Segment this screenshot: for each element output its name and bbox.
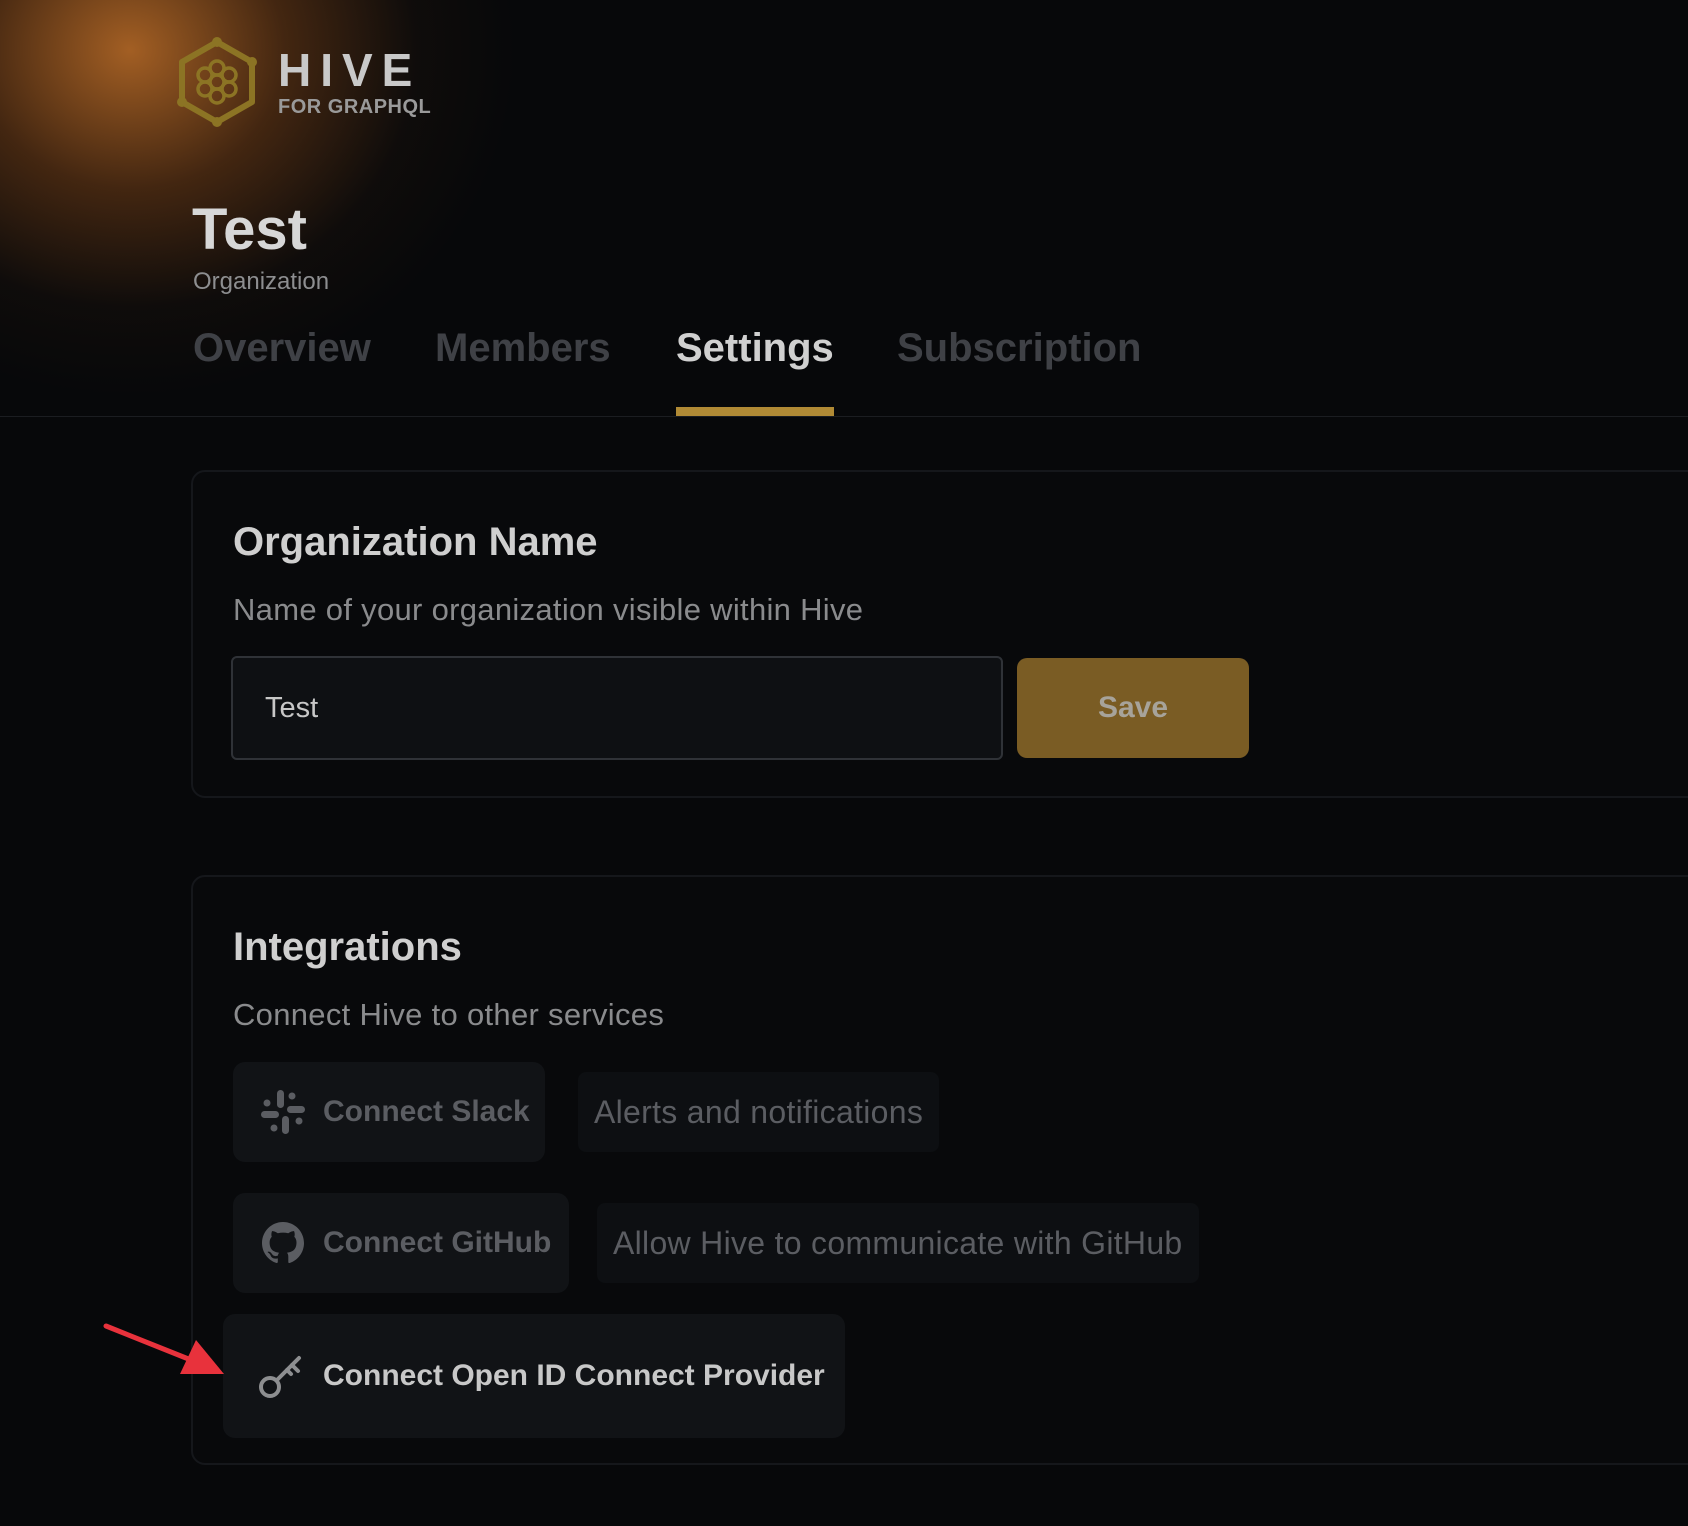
page-subtitle: Organization (193, 268, 330, 295)
integrations-description: Connect Hive to other services (233, 997, 665, 1032)
connect-github-button[interactable]: Connect GitHub (233, 1193, 569, 1293)
slack-icon (261, 1090, 305, 1134)
hive-logo[interactable]: HIVE FOR GRAPHQL (174, 36, 431, 128)
connect-oidc-button[interactable]: Connect Open ID Connect Provider (223, 1314, 845, 1438)
tab-settings-label: Settings (676, 326, 834, 370)
github-description: Allow Hive to communicate with GitHub (597, 1203, 1199, 1283)
tab-subscription[interactable]: Subscription (897, 326, 1141, 416)
connect-oidc-label: Connect Open ID Connect Provider (323, 1359, 825, 1392)
tab-members[interactable]: Members (435, 326, 611, 416)
connect-github-label: Connect GitHub (323, 1226, 552, 1259)
header-divider (0, 416, 1688, 417)
key-icon (259, 1356, 301, 1398)
organization-name-description: Name of your organization visible within… (233, 592, 864, 627)
organization-name-heading: Organization Name (233, 520, 598, 564)
tab-overview[interactable]: Overview (193, 326, 371, 416)
organization-name-card: Organization Name Name of your organizat… (191, 470, 1688, 798)
hive-logo-icon (177, 37, 257, 127)
integrations-heading: Integrations (233, 925, 462, 969)
integrations-card: Integrations Connect Hive to other servi… (191, 875, 1688, 1465)
tab-settings[interactable]: Settings (676, 326, 834, 416)
active-tab-indicator (676, 407, 834, 416)
brand-name: HIVE (278, 43, 422, 96)
save-button[interactable]: Save (1017, 658, 1249, 758)
connect-slack-button[interactable]: Connect Slack (233, 1062, 545, 1162)
annotation-arrow (103, 1323, 224, 1374)
page-title: Test (192, 197, 307, 262)
connect-slack-label: Connect Slack (323, 1095, 530, 1128)
page: HIVE FOR GRAPHQL Test Organization Overv… (0, 0, 1688, 1526)
organization-name-input[interactable] (231, 656, 1003, 760)
slack-description: Alerts and notifications (578, 1072, 940, 1152)
github-icon (262, 1222, 304, 1264)
brand-tagline: FOR GRAPHQL (278, 95, 432, 118)
